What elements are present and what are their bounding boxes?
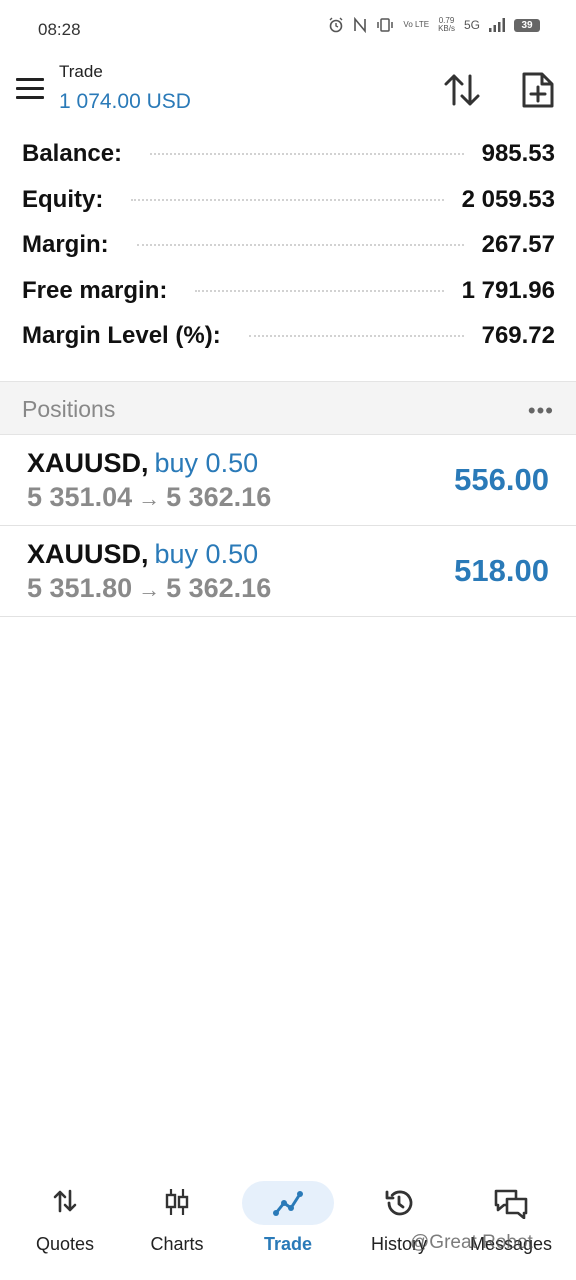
summary-row-free-margin: Free margin: 1 791.96 bbox=[22, 277, 555, 323]
app-bar: Trade 1 074.00 USD bbox=[0, 56, 576, 126]
position-symbol: XAUUSD, bbox=[27, 539, 149, 569]
nav-history[interactable]: History bbox=[343, 1175, 455, 1275]
summary-label: Equity: bbox=[22, 185, 104, 213]
nav-trade[interactable]: Trade bbox=[232, 1175, 344, 1275]
arrow-right-icon: → bbox=[138, 486, 161, 511]
volte-indicator: Vo LTE bbox=[403, 20, 430, 29]
bottom-navigation: Quotes Charts Trade History Messages bbox=[0, 1175, 576, 1280]
dotted-leader bbox=[131, 198, 444, 201]
summary-value: 985.53 bbox=[481, 140, 555, 167]
position-row[interactable]: XAUUSD, buy 0.50 5 351.04 → 5 362.16 556.00 bbox=[0, 434, 576, 526]
nav-label: Charts bbox=[150, 1234, 204, 1254]
battery-icon: 39 bbox=[514, 18, 540, 32]
dotted-leader bbox=[150, 153, 464, 155]
nav-label: Quotes bbox=[35, 1234, 95, 1254]
arrow-right-icon: → bbox=[138, 577, 161, 602]
position-symbol: XAUUSD, bbox=[27, 448, 149, 478]
sort-icon[interactable] bbox=[442, 70, 482, 110]
summary-value: 2 059.53 bbox=[461, 185, 555, 213]
charts-icon bbox=[165, 1189, 189, 1215]
new-order-icon[interactable] bbox=[520, 70, 556, 110]
quotes-icon bbox=[53, 1189, 77, 1213]
open-price: 5 351.04 bbox=[27, 482, 133, 512]
summary-label: Margin: bbox=[22, 231, 109, 258]
dotted-leader bbox=[248, 335, 464, 337]
summary-label: Balance: bbox=[22, 140, 123, 167]
summary-value: 769.72 bbox=[481, 322, 555, 349]
alarm-icon bbox=[329, 17, 343, 33]
nav-charts[interactable]: Charts bbox=[121, 1175, 233, 1275]
open-price: 5 351.80 bbox=[27, 573, 133, 603]
position-side: buy 0.50 bbox=[154, 539, 259, 569]
nav-messages[interactable]: Messages bbox=[455, 1175, 567, 1275]
account-summary: Balance: 985.53 Equity: 2 059.53 Margin:… bbox=[22, 140, 555, 368]
menu-icon[interactable] bbox=[16, 78, 44, 100]
signal-icon bbox=[489, 18, 505, 32]
status-icons: Vo LTE 0.79 KB/s 5G 39 bbox=[328, 17, 540, 33]
watermark-text: @Great Robot bbox=[410, 1232, 533, 1253]
position-profit: 556.00 bbox=[454, 462, 549, 497]
header-balance: 1 074.00 USD bbox=[59, 90, 191, 113]
vibrate-icon bbox=[377, 18, 394, 32]
more-options-icon[interactable]: ••• bbox=[528, 398, 554, 424]
current-price: 5 362.16 bbox=[166, 482, 272, 512]
status-time: 08:28 bbox=[38, 20, 81, 39]
current-price: 5 362.16 bbox=[166, 573, 272, 603]
nav-quotes[interactable]: Quotes bbox=[9, 1175, 121, 1275]
position-side: buy 0.50 bbox=[154, 448, 259, 478]
trade-icon bbox=[273, 1191, 303, 1216]
summary-value: 1 791.96 bbox=[461, 276, 555, 304]
summary-row-margin-level: Margin Level (%): 769.72 bbox=[22, 322, 555, 368]
page-title: Trade bbox=[59, 62, 103, 81]
summary-value: 267.57 bbox=[481, 231, 555, 258]
position-row[interactable]: XAUUSD, buy 0.50 5 351.80 → 5 362.16 518.00 bbox=[0, 525, 576, 617]
summary-row-equity: Equity: 2 059.53 bbox=[22, 186, 555, 232]
summary-label: Margin Level (%): bbox=[22, 322, 221, 349]
messages-icon bbox=[494, 1189, 528, 1219]
summary-row-balance: Balance: 985.53 bbox=[22, 140, 555, 186]
summary-row-margin: Margin: 267.57 bbox=[22, 231, 555, 277]
nfc-icon bbox=[354, 17, 367, 33]
history-icon bbox=[385, 1190, 413, 1216]
nav-label: Trade bbox=[263, 1234, 313, 1254]
positions-title: Positions bbox=[22, 396, 116, 422]
status-bar: 08:28 Vo LTE 0.79 KB/s 5G 39 bbox=[0, 0, 576, 56]
position-profit: 518.00 bbox=[454, 553, 549, 588]
positions-section-header: Positions ••• bbox=[0, 381, 576, 435]
summary-label: Free margin: bbox=[22, 276, 168, 304]
network-type: 5G bbox=[463, 18, 480, 32]
dotted-leader bbox=[136, 244, 464, 246]
speed-indicator: 0.79 KB/s bbox=[438, 16, 455, 33]
dotted-leader bbox=[195, 289, 444, 292]
